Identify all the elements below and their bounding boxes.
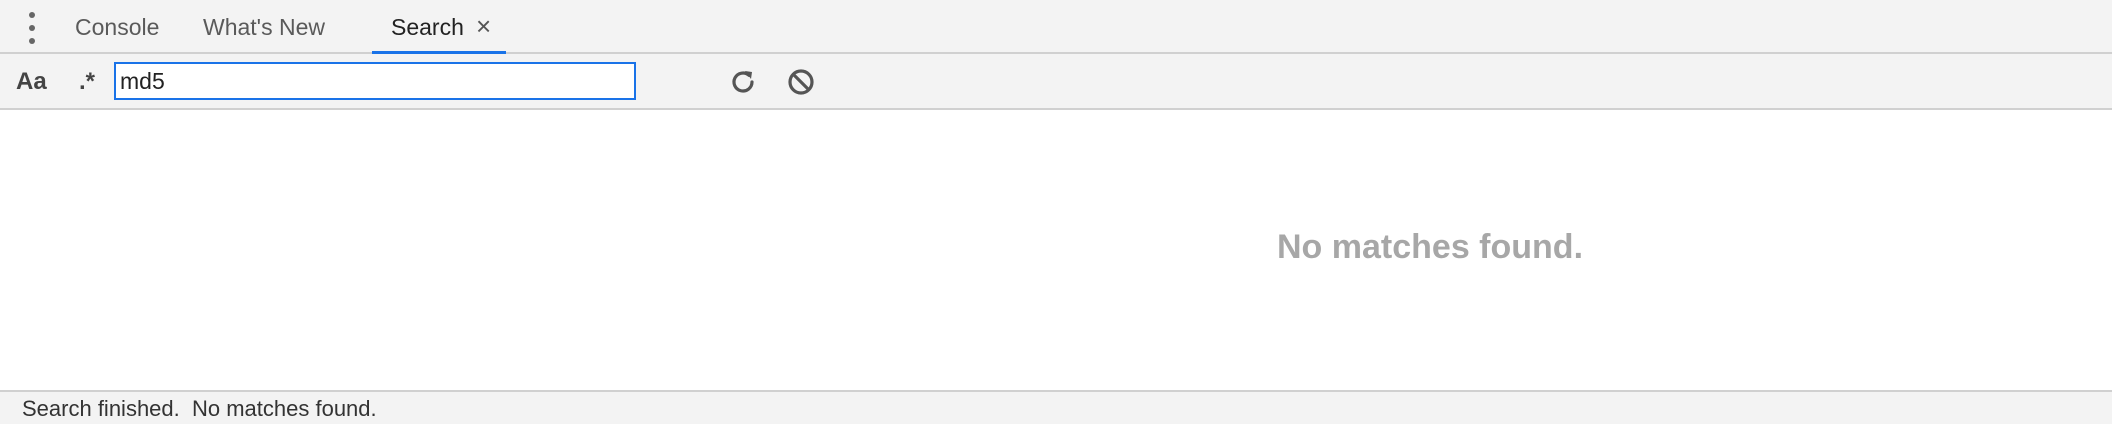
match-case-button[interactable]: Aa [16, 54, 47, 110]
drawer-tab-bar: Console What's New Search × [0, 0, 2112, 54]
empty-results-message: No matches found. [1277, 228, 1584, 266]
regex-button[interactable]: .* [79, 54, 95, 110]
dot [29, 38, 35, 44]
more-options-icon[interactable] [24, 12, 40, 44]
close-tab-icon[interactable]: × [476, 13, 498, 39]
devtools-drawer: Console What's New Search × Aa .* No mat… [0, 0, 2112, 424]
search-toolbar: Aa .* [0, 54, 2112, 110]
refresh-icon[interactable] [727, 66, 759, 98]
search-input[interactable] [114, 62, 636, 100]
tab-console[interactable]: Console [75, 0, 159, 54]
search-results-pane: No matches found. [0, 110, 2112, 390]
refresh-icon-svg [732, 71, 754, 93]
clear-icon-svg [788, 69, 814, 95]
dot [29, 12, 35, 18]
clear-icon[interactable] [785, 66, 817, 98]
status-bar: Search finished. No matches found. [0, 390, 2112, 424]
status-text: Search finished. No matches found. [22, 396, 377, 421]
tab-whats-new[interactable]: What's New [203, 0, 325, 54]
tab-search[interactable]: Search [391, 0, 464, 54]
dot [29, 25, 35, 31]
